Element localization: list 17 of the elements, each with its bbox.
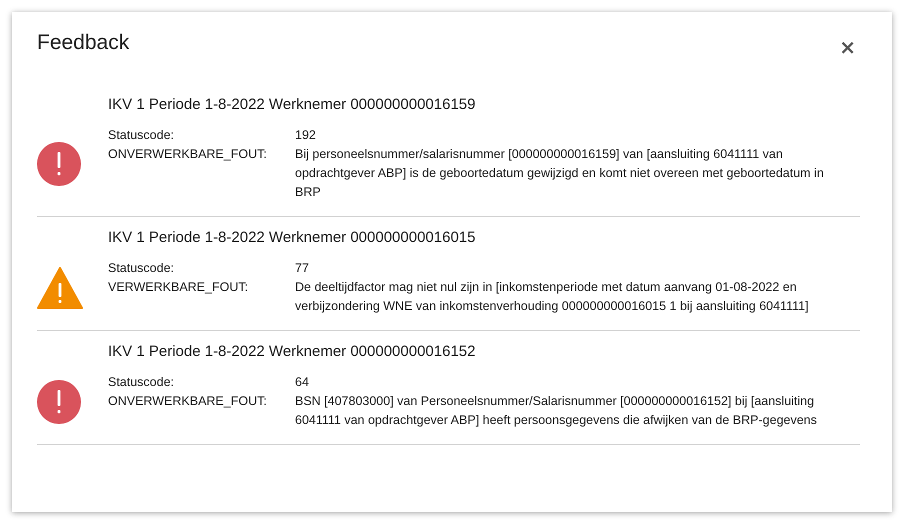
field-value: 192: [295, 127, 317, 144]
field-value: BSN [407803000] van Personeelsnummer/Salarisnummer [000000000016152] bij [aansluiting 6041111 van opdrachtgever ABP] heeft persoonsgegevens die afwijken van de BRP-gegevens: [295, 393, 818, 429]
message-title: IKV 1 Periode 1-8-2022 Werknemer 000000000016159: [108, 96, 476, 113]
field-label: Statuscode:: [108, 127, 176, 144]
field-value: 64: [295, 374, 310, 391]
field-value: De deeltijdfactor mag niet nul zijn in [inkomstenperiode met datum aanvang 01-08-2022 en verbijzondering WNE van inkomstenverhouding 000000000016015 1 bij aansluiting 6041111]: [295, 279, 810, 315]
field-value: 77: [295, 260, 310, 277]
field-label: Statuscode:: [108, 260, 176, 277]
field-value: Bij personeelsnummer/salarisnummer [000000000016159] van [aansluiting 6041111 van opdrachtgever ABP] is de geboortedatum gewijzigd en komt niet overeen met geboortedatum in BRP: [295, 146, 825, 201]
field-label: VERWERKBARE_FOUT:: [108, 279, 250, 296]
field-label: ONVERWERKBARE_FOUT:: [108, 146, 268, 163]
field-label: ONVERWERKBARE_FOUT:: [108, 393, 268, 410]
dialog-title: Feedback: [37, 31, 130, 55]
message-title: IKV 1 Periode 1-8-2022 Werknemer 000000000016015: [108, 229, 476, 246]
close-button[interactable]: ×: [835, 37, 860, 57]
message-title: IKV 1 Periode 1-8-2022 Werknemer 000000000016152: [108, 343, 476, 360]
field-label: Statuscode:: [108, 374, 176, 391]
